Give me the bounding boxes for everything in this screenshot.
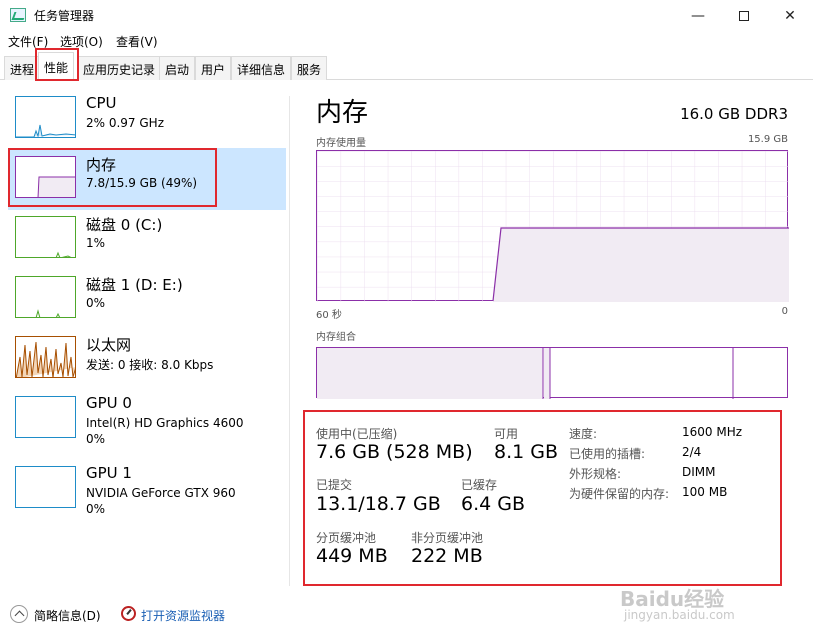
nonpaged-pool-label: 非分页缓冲池 bbox=[411, 531, 484, 545]
sidebar-item-disk-0[interactable]: 磁盘 0 (C:) 1% bbox=[8, 208, 286, 270]
baidu-watermark-url: jingyan.baidu.com bbox=[624, 608, 735, 622]
sidebar-item-label: GPU 0 bbox=[86, 394, 132, 412]
paged-pool-label: 分页缓冲池 bbox=[316, 531, 377, 545]
maximize-icon bbox=[739, 10, 749, 21]
tab-strip: 进程 性能 应用历史记录 启动 用户 详细信息 服务 bbox=[0, 52, 813, 81]
fewer-details-button[interactable]: 简略信息(D) bbox=[34, 607, 101, 624]
task-manager-icon bbox=[10, 8, 26, 22]
tab-details[interactable]: 详细信息 bbox=[231, 56, 292, 80]
sidebar-item-usage: 0% bbox=[86, 502, 106, 516]
sidebar-item-gpu-0[interactable]: GPU 0 Intel(R) HD Graphics 4600 0% bbox=[8, 388, 286, 450]
available-label: 可用 bbox=[494, 427, 519, 441]
resource-monitor-icon bbox=[121, 606, 136, 621]
sidebar-item-cpu[interactable]: CPU 2% 0.97 GHz bbox=[8, 88, 286, 150]
tab-startup[interactable]: 启动 bbox=[159, 56, 196, 80]
sidebar-item-label: GPU 1 bbox=[86, 464, 132, 482]
panel-divider bbox=[289, 96, 290, 586]
memory-highlight-box bbox=[8, 148, 217, 207]
sidebar-item-detail: 0% bbox=[86, 296, 106, 310]
menu-view[interactable]: 查看(V) bbox=[116, 33, 158, 50]
sidebar-item-label: 磁盘 0 (C:) bbox=[86, 216, 163, 234]
form-factor-label: 外形规格: bbox=[569, 467, 622, 481]
hardware-reserved-label: 为硬件保留的内存: bbox=[569, 487, 670, 501]
in-use-label: 使用中(已压缩) bbox=[316, 427, 398, 441]
minimize-button[interactable]: — bbox=[675, 0, 721, 31]
sidebar-item-usage: 0% bbox=[86, 432, 106, 446]
tab-users[interactable]: 用户 bbox=[195, 56, 232, 80]
sidebar-item-ethernet[interactable]: 以太网 发送: 0 接收: 8.0 Kbps bbox=[8, 328, 286, 390]
disk-0-thumbnail bbox=[15, 216, 76, 258]
panel-title: 内存 bbox=[316, 98, 369, 128]
usage-graph-label: 内存使用量 bbox=[316, 138, 366, 149]
committed-value: 13.1/18.7 GB bbox=[316, 493, 441, 515]
sidebar-item-detail: Intel(R) HD Graphics 4600 bbox=[86, 416, 244, 430]
open-resource-monitor-link[interactable]: 打开资源监视器 bbox=[141, 607, 225, 624]
slots-label: 已使用的插槽: bbox=[569, 447, 646, 461]
time-axis-end: 0 bbox=[781, 306, 788, 317]
sidebar-item-detail: 2% 0.97 GHz bbox=[86, 116, 165, 130]
title-bar: 任务管理器 — ✕ bbox=[0, 0, 813, 31]
hardware-reserved-value: 100 MB bbox=[682, 485, 728, 499]
nonpaged-pool-value: 222 MB bbox=[411, 545, 483, 567]
usage-graph-max: 15.9 GB bbox=[747, 134, 788, 145]
maximize-button[interactable] bbox=[721, 0, 767, 31]
memory-usage-graph bbox=[316, 150, 789, 302]
sidebar-item-disk-1[interactable]: 磁盘 1 (D: E:) 0% bbox=[8, 268, 286, 330]
form-factor-value: DIMM bbox=[682, 465, 716, 479]
close-button[interactable]: ✕ bbox=[767, 0, 813, 31]
speed-label: 速度: bbox=[569, 427, 598, 441]
sidebar-item-detail: 1% bbox=[86, 236, 106, 250]
available-value: 8.1 GB bbox=[494, 441, 559, 463]
menu-bar: 文件(F) 选项(O) 查看(V) bbox=[0, 31, 813, 51]
sidebar-item-detail: 发送: 0 接收: 8.0 Kbps bbox=[86, 358, 214, 372]
committed-label: 已提交 bbox=[316, 478, 353, 492]
tab-highlight-box bbox=[35, 48, 79, 81]
memory-spec: 16.0 GB DDR3 bbox=[680, 105, 788, 123]
tab-services[interactable]: 服务 bbox=[291, 56, 328, 80]
sidebar-item-label: 磁盘 1 (D: E:) bbox=[86, 276, 183, 294]
minimize-icon: — bbox=[691, 7, 705, 24]
paged-pool-value: 449 MB bbox=[316, 545, 388, 567]
tab-app-history[interactable]: 应用历史记录 bbox=[77, 56, 162, 80]
slots-value: 2/4 bbox=[682, 445, 702, 459]
cached-label: 已缓存 bbox=[461, 478, 498, 492]
sidebar-item-label: 以太网 bbox=[86, 336, 132, 354]
ethernet-thumbnail bbox=[15, 336, 76, 378]
sidebar-item-gpu-1[interactable]: GPU 1 NVIDIA GeForce GTX 960 0% bbox=[8, 458, 286, 520]
time-axis-start: 60 秒 bbox=[316, 310, 342, 321]
gpu-0-thumbnail bbox=[15, 396, 76, 438]
sidebar-item-label: CPU bbox=[86, 94, 117, 112]
speed-value: 1600 MHz bbox=[682, 425, 743, 439]
sidebar-item-detail: NVIDIA GeForce GTX 960 bbox=[86, 486, 236, 500]
collapse-chevron-icon[interactable] bbox=[10, 605, 28, 623]
close-icon: ✕ bbox=[784, 7, 796, 24]
gpu-1-thumbnail bbox=[15, 466, 76, 508]
cached-value: 6.4 GB bbox=[461, 493, 526, 515]
memory-composition-bar bbox=[316, 347, 788, 399]
cpu-thumbnail bbox=[15, 96, 76, 138]
window-title: 任务管理器 bbox=[34, 9, 95, 23]
composition-label: 内存组合 bbox=[316, 332, 356, 343]
in-use-value: 7.6 GB (528 MB) bbox=[316, 441, 473, 463]
disk-1-thumbnail bbox=[15, 276, 76, 318]
